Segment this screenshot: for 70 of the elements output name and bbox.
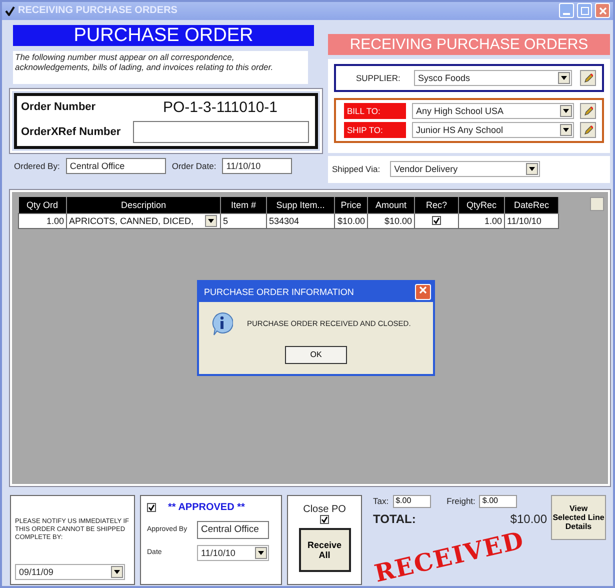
order-number-label: Order Number	[21, 101, 97, 114]
ship-by-date-dropdown[interactable]: 09/11/09	[15, 564, 125, 580]
column-header[interactable]: Supp Item...	[266, 196, 334, 214]
pencil-icon	[583, 72, 593, 83]
pencil-icon	[583, 124, 593, 135]
checkbox[interactable]	[320, 514, 329, 524]
approval-date-dropdown[interactable]: 11/10/10	[197, 544, 269, 561]
column-header[interactable]: Qty Ord	[18, 196, 66, 214]
ordered-by-label: Ordered By:	[14, 160, 60, 171]
close-button[interactable]	[595, 3, 610, 18]
scrollbar-button[interactable]	[590, 196, 604, 211]
view-details-button[interactable]: View Selected Line Details	[551, 494, 606, 540]
ship-to-label: SHIP TO:	[344, 122, 406, 138]
column-header[interactable]: QtyRec	[458, 196, 504, 214]
purchase-order-banner: PURCHASE ORDER	[13, 24, 314, 46]
table-cell: $10.00	[334, 214, 368, 229]
tax-field[interactable]: $.00	[392, 494, 431, 508]
maximize-icon	[580, 6, 588, 15]
edit-button[interactable]	[580, 122, 596, 138]
close-po-label: Close PO	[303, 504, 346, 515]
ok-button[interactable]: OK	[285, 346, 347, 364]
column-header[interactable]: Amount	[368, 196, 414, 214]
receive-all-button[interactable]: Receive All	[298, 528, 350, 572]
minimize-icon	[563, 12, 570, 15]
table-cell[interactable]: APRICOTS, CANNED, DICED,	[66, 214, 220, 229]
order-date-label: Order Date:	[172, 160, 216, 171]
table-cell: 1.00	[18, 214, 66, 229]
ordered-by-field[interactable]: Central Office	[66, 158, 166, 174]
column-header[interactable]: DateRec	[504, 196, 558, 214]
table-cell: 534304	[266, 214, 334, 229]
total-label: TOTAL:	[373, 512, 416, 526]
edit-button[interactable]	[580, 102, 596, 119]
close-icon	[419, 286, 427, 294]
info-icon	[211, 312, 233, 336]
column-header[interactable]: Price	[334, 196, 368, 214]
xref-field[interactable]	[133, 121, 309, 144]
checkmark-icon	[5, 6, 15, 16]
close-icon	[598, 6, 606, 15]
column-header[interactable]: Item #	[220, 196, 266, 214]
ship-to-dropdown[interactable]: Junior HS Any School	[412, 122, 574, 138]
approved-label: ** APPROVED **	[168, 502, 245, 513]
order-date-field[interactable]: 11/10/10	[222, 158, 292, 174]
table-cell: 5	[220, 214, 266, 229]
dialog-title: PURCHASE ORDER INFORMATION	[204, 286, 355, 297]
approved-by-field[interactable]: Central Office	[197, 520, 269, 539]
pencil-icon	[583, 106, 593, 116]
close-button[interactable]	[415, 284, 431, 300]
supplier-dropdown[interactable]: Sysco Foods	[414, 70, 572, 86]
notice-text: The following number must appear on all correspondence, acknowledgements, bills of lading, and invoices relating to this order.	[13, 50, 308, 84]
shipped-via-label: Shipped Via:	[332, 164, 380, 174]
order-number: PO-1-3-111010-1	[162, 98, 279, 116]
column-header[interactable]: Rec?	[414, 196, 458, 214]
total-amount: $10.00	[510, 512, 547, 526]
edit-button[interactable]	[580, 70, 596, 86]
column-header[interactable]: Description	[66, 196, 220, 214]
receiving-banner: RECEIVING PURCHASE ORDERS	[328, 34, 610, 55]
freight-label: Freight:	[446, 496, 476, 506]
xref-label: OrderXRef Number	[21, 126, 122, 138]
table-cell: $10.00	[368, 214, 414, 229]
window-title: RECEIVING PURCHASE ORDERS	[18, 5, 178, 16]
tax-label: Tax:	[373, 496, 389, 506]
checkbox[interactable]	[147, 502, 156, 512]
bill-to-label: BILL TO:	[344, 102, 406, 119]
checkbox[interactable]	[432, 216, 441, 225]
bill-to-dropdown[interactable]: Any High School USA	[412, 102, 574, 119]
supplier-label: SUPPLIER:	[356, 72, 402, 83]
freight-field[interactable]: $.00	[479, 494, 518, 508]
shipped-via-dropdown[interactable]: Vendor Delivery	[390, 161, 540, 178]
table-cell: 1.00	[458, 214, 504, 229]
table-cell: 11/10/10	[504, 214, 558, 229]
